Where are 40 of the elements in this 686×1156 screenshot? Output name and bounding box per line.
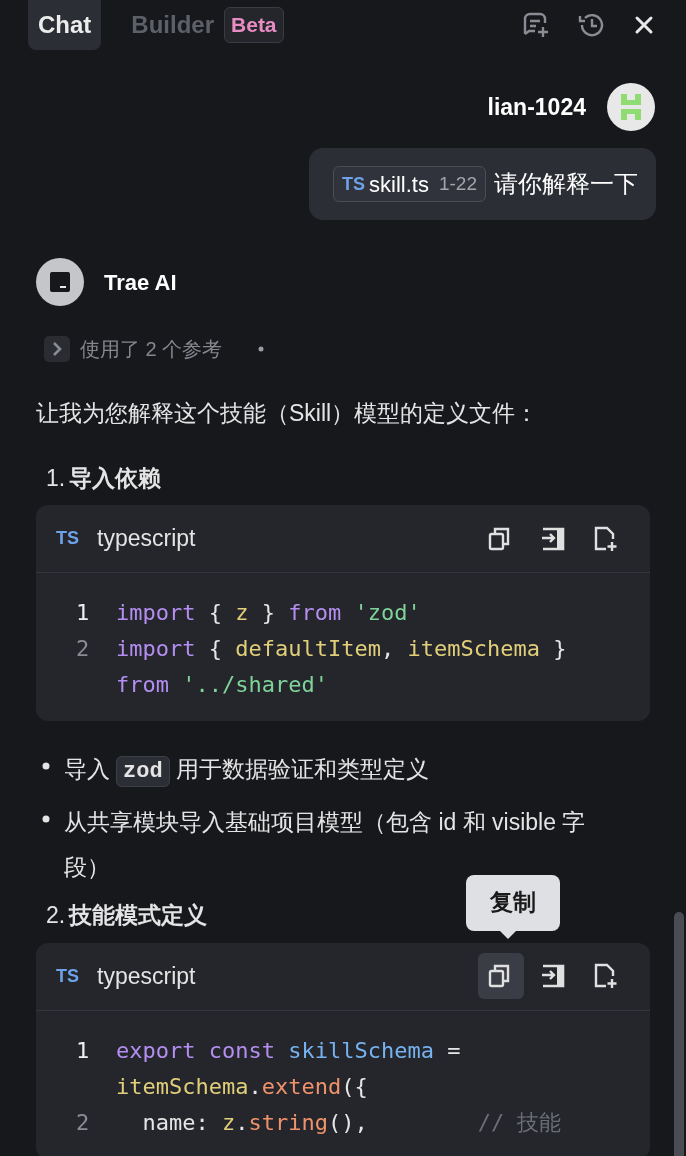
avatar-icon: [606, 82, 656, 132]
bullet-icon: [42, 762, 50, 770]
section-heading: 导入依赖: [69, 463, 162, 493]
bullet-text: 导入 zod 用于数据验证和类型定义: [64, 747, 429, 794]
dot-icon: [258, 346, 265, 352]
file-chip[interactable]: TS skill.ts 1-22: [333, 166, 486, 202]
assistant-name: Trae AI: [104, 268, 177, 297]
beta-badge: Beta: [224, 7, 284, 43]
scrollbar[interactable]: [674, 912, 684, 1156]
language-label: typescript: [97, 961, 196, 991]
file-name: skill.ts: [369, 170, 429, 199]
line-number: 2: [76, 635, 91, 663]
list-number: 1.: [46, 463, 66, 493]
references-label[interactable]: 使用了 2 个参考: [80, 334, 223, 364]
ts-label: TS: [56, 527, 79, 550]
list-number: 2.: [46, 901, 66, 930]
line-range: 1-22: [438, 171, 477, 196]
assistant-avatar-icon: [36, 258, 84, 306]
message-text: 请你解释一下: [494, 169, 638, 199]
user-name: lian-1024: [487, 92, 586, 122]
bullet-icon: [42, 815, 50, 823]
tooltip-arrow-icon: [500, 930, 516, 939]
insert-icon: [539, 962, 567, 990]
copy-button[interactable]: [478, 953, 524, 999]
tooltip: 复制: [466, 874, 560, 931]
section-heading: 技能模式定义: [69, 901, 208, 930]
expand-button[interactable]: [44, 336, 70, 362]
code-line: import { defaultItem, itemSchema } from '../shared': [116, 635, 568, 699]
line-number: 1: [76, 599, 91, 627]
ts-label: TS: [342, 172, 366, 196]
paragraph: 让我为您解释这个技能（Skill）模型的定义文件：: [36, 399, 540, 428]
code-line: name: z.string(), // 技能: [141, 1108, 562, 1137]
language-label: typescript: [97, 524, 196, 554]
line-number: 1: [76, 1036, 91, 1065]
ts-label: TS: [56, 964, 79, 988]
inline-code: zod: [116, 756, 170, 787]
code-line: import { z } from 'zod': [116, 599, 421, 627]
close-icon[interactable]: [634, 15, 654, 35]
line-number: 2: [76, 1108, 91, 1137]
tab[interactable]: Chat: [28, 0, 102, 50]
